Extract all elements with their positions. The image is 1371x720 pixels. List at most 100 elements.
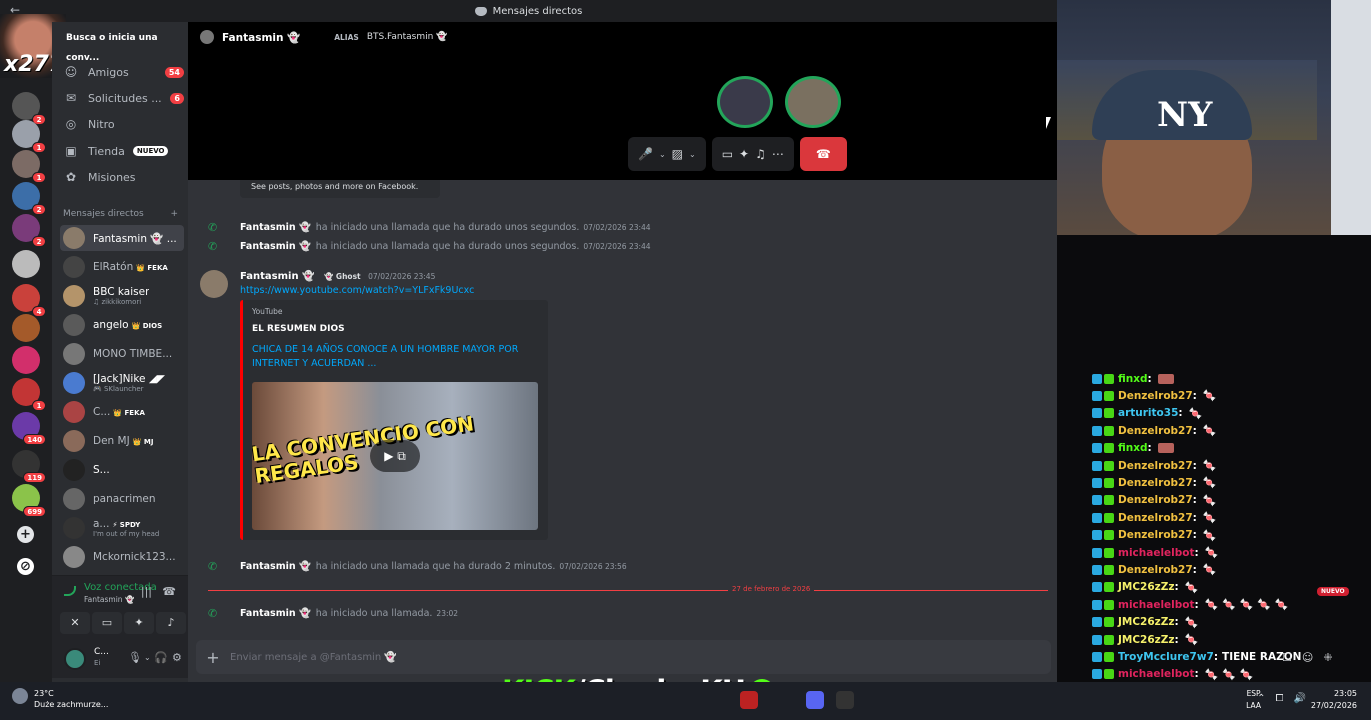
chat-username[interactable]: Denzelrob27 [1118, 564, 1193, 576]
server-icon[interactable]: 2 [12, 92, 46, 125]
dm-item[interactable]: a... ⚡ SPDY I'm out of my head [60, 515, 184, 541]
message-author[interactable]: Fantasmin 👻 [240, 608, 311, 619]
gear-icon[interactable]: ⚙ [172, 651, 182, 664]
chat-username[interactable]: Denzelrob27 [1118, 460, 1193, 472]
chat-username[interactable]: finxd [1118, 442, 1148, 454]
emoji-icon[interactable]: ☺ [1302, 651, 1313, 664]
dm-item[interactable]: Fantasmin 👻 ... [60, 225, 184, 251]
camera-off-button[interactable]: ✕ [60, 612, 90, 634]
server-icon[interactable]: 140 [12, 412, 46, 445]
dm-item[interactable]: ElRatón 👑 FEKA [60, 254, 184, 280]
chat-username[interactable]: finxd [1118, 373, 1148, 385]
signal-icon[interactable] [64, 586, 76, 596]
attach-plus-icon[interactable]: + [196, 648, 230, 667]
chat-username[interactable]: michaelelbot [1118, 599, 1195, 611]
chevron-down-icon[interactable]: ⌄ [659, 150, 666, 159]
obs-taskbar-icon[interactable] [836, 691, 854, 709]
avatar[interactable] [64, 648, 86, 670]
dm-item[interactable]: Mckornick123... [60, 544, 184, 570]
noise-suppression-icon[interactable]: ||| [141, 585, 152, 598]
chat-username[interactable]: JMC26zZz [1118, 634, 1175, 646]
camera-off-icon[interactable]: ▨ [672, 147, 683, 161]
volume-icon[interactable]: 🔊 [1294, 693, 1306, 704]
chat-username[interactable]: Denzelrob27 [1118, 529, 1193, 541]
network-icon[interactable]: ⧠ [1276, 693, 1284, 704]
chat-username[interactable]: TroyMcclure7w7 [1118, 651, 1214, 663]
emote-picker-icon[interactable]: ☐ [1282, 651, 1292, 664]
taskbar-app-icon[interactable] [740, 691, 758, 709]
more-icon[interactable]: ⋯ [772, 147, 784, 161]
embed-author[interactable]: EL RESUMEN DIOS [252, 324, 345, 334]
chat-username[interactable]: Denzelrob27 [1118, 425, 1193, 437]
headphones-icon[interactable]: 🎧 [154, 651, 168, 664]
chat-username[interactable]: michaelelbot [1118, 547, 1195, 559]
screenshare-button[interactable]: ▭ [92, 612, 122, 634]
call-participant-avatar[interactable] [785, 76, 841, 128]
nav-nitro[interactable]: ◎ Nitro [60, 113, 184, 135]
language-indicator[interactable]: ESP LAA [1246, 688, 1261, 712]
server-icon[interactable]: 2 [12, 214, 46, 247]
server-icon[interactable] [12, 250, 40, 278]
grid-icon[interactable]: ⁜ [1323, 651, 1332, 664]
server-icon[interactable]: 119 [12, 450, 46, 483]
server-icon[interactable]: 1 [12, 378, 46, 411]
discover-icon[interactable]: ⊘ [17, 558, 34, 575]
activities-icon[interactable]: ✦ [739, 147, 749, 161]
nav-shop[interactable]: ▣ Tienda NUEVO [60, 140, 184, 162]
chat-username[interactable]: Denzelrob27 [1118, 494, 1193, 506]
chat-username[interactable]: JMC26zZz [1118, 616, 1175, 628]
message-link[interactable]: https://www.youtube.com/watch?v=YLFxFk9U… [240, 285, 474, 296]
message-input[interactable]: + Enviar mensaje a @Fantasmin 👻 [196, 640, 1051, 674]
server-icon[interactable] [12, 314, 40, 342]
embed-title[interactable]: CHICA DE 14 AÑOS CONOCE A UN HOMBRE MAYO… [252, 343, 532, 371]
microphone-icon[interactable]: 🎤 [638, 147, 653, 161]
avatar[interactable] [200, 270, 228, 298]
activities-button[interactable]: ✦ [124, 612, 154, 634]
voice-channel[interactable]: Fantasmin 👻 [84, 595, 134, 604]
server-icon[interactable] [12, 346, 40, 374]
dm-item[interactable]: C... 👑 FEKA [60, 399, 184, 425]
chat-username[interactable]: Denzelrob27 [1118, 390, 1193, 402]
soundboard-button[interactable]: ♪ [156, 612, 186, 634]
chat-username[interactable]: arturito35 [1118, 407, 1178, 419]
soundboard-icon[interactable]: ♫ [755, 147, 766, 161]
hang-up-button[interactable]: ☎ [799, 137, 847, 171]
chevron-down-icon[interactable]: ⌄ [689, 150, 696, 159]
dm-item[interactable]: [Jack]Nike ◢◤ 🎮 SKlauncher [60, 370, 184, 396]
screenshare-icon[interactable]: ▭ [722, 147, 733, 161]
microphone-icon[interactable]: 🎙 [128, 651, 142, 664]
dm-item[interactable]: S... [60, 457, 184, 483]
chat-username[interactable]: Denzelrob27 [1118, 477, 1193, 489]
chat-username[interactable]: JMC26zZz [1118, 581, 1175, 593]
nav-friends[interactable]: ☺ Amigos 54 [60, 61, 184, 83]
add-dm-icon[interactable]: + [170, 209, 178, 219]
chat-username[interactable]: Denzelrob27 [1118, 512, 1193, 524]
server-icon[interactable]: 1 [12, 120, 46, 153]
chat-username[interactable]: michaelelbot [1118, 668, 1195, 680]
call-participant-avatar[interactable] [717, 76, 773, 128]
server-icon[interactable]: 1 [12, 150, 46, 183]
weather-widget[interactable]: 23°C Duże zachmurze... [12, 688, 108, 710]
clock[interactable]: 23:05 27/02/2026 [1311, 688, 1357, 712]
search-input[interactable]: Busca o inicia una conv... [60, 28, 180, 63]
disconnect-icon[interactable]: ☎ [162, 585, 176, 598]
message-author[interactable]: Fantasmin 👻 [240, 241, 311, 252]
dm-item[interactable]: angelo 👑 DIOS [60, 312, 184, 338]
server-icon[interactable]: 699 [12, 484, 46, 517]
dm-item[interactable]: Den MJ 👑 MJ [60, 428, 184, 454]
discord-taskbar-icon[interactable] [806, 691, 824, 709]
nav-quests[interactable]: ✿ Misiones [60, 166, 184, 188]
server-icon[interactable]: 2 [12, 182, 46, 215]
video-thumbnail[interactable]: LA CONVENCIO CON REGALOS ▶ ⧉ [252, 382, 538, 530]
nav-requests[interactable]: ✉ Solicitudes ... 6 [60, 87, 184, 109]
dm-item[interactable]: MONO TIMBE... [60, 341, 184, 367]
play-icon[interactable]: ▶ ⧉ [370, 440, 420, 472]
message-author[interactable]: Fantasmin 👻 [240, 561, 311, 572]
message-author[interactable]: Fantasmin 👻 [240, 222, 311, 233]
dm-item[interactable]: BBC kaiser ♫ zikkikomori [60, 283, 184, 309]
chevron-down-icon[interactable]: ⌄ [144, 653, 151, 662]
server-icon[interactable]: 4 [12, 284, 46, 317]
message-author[interactable]: Fantasmin 👻 [240, 271, 315, 282]
dm-item[interactable]: panacrimen [60, 486, 184, 512]
add-server-icon[interactable]: + [17, 526, 34, 543]
